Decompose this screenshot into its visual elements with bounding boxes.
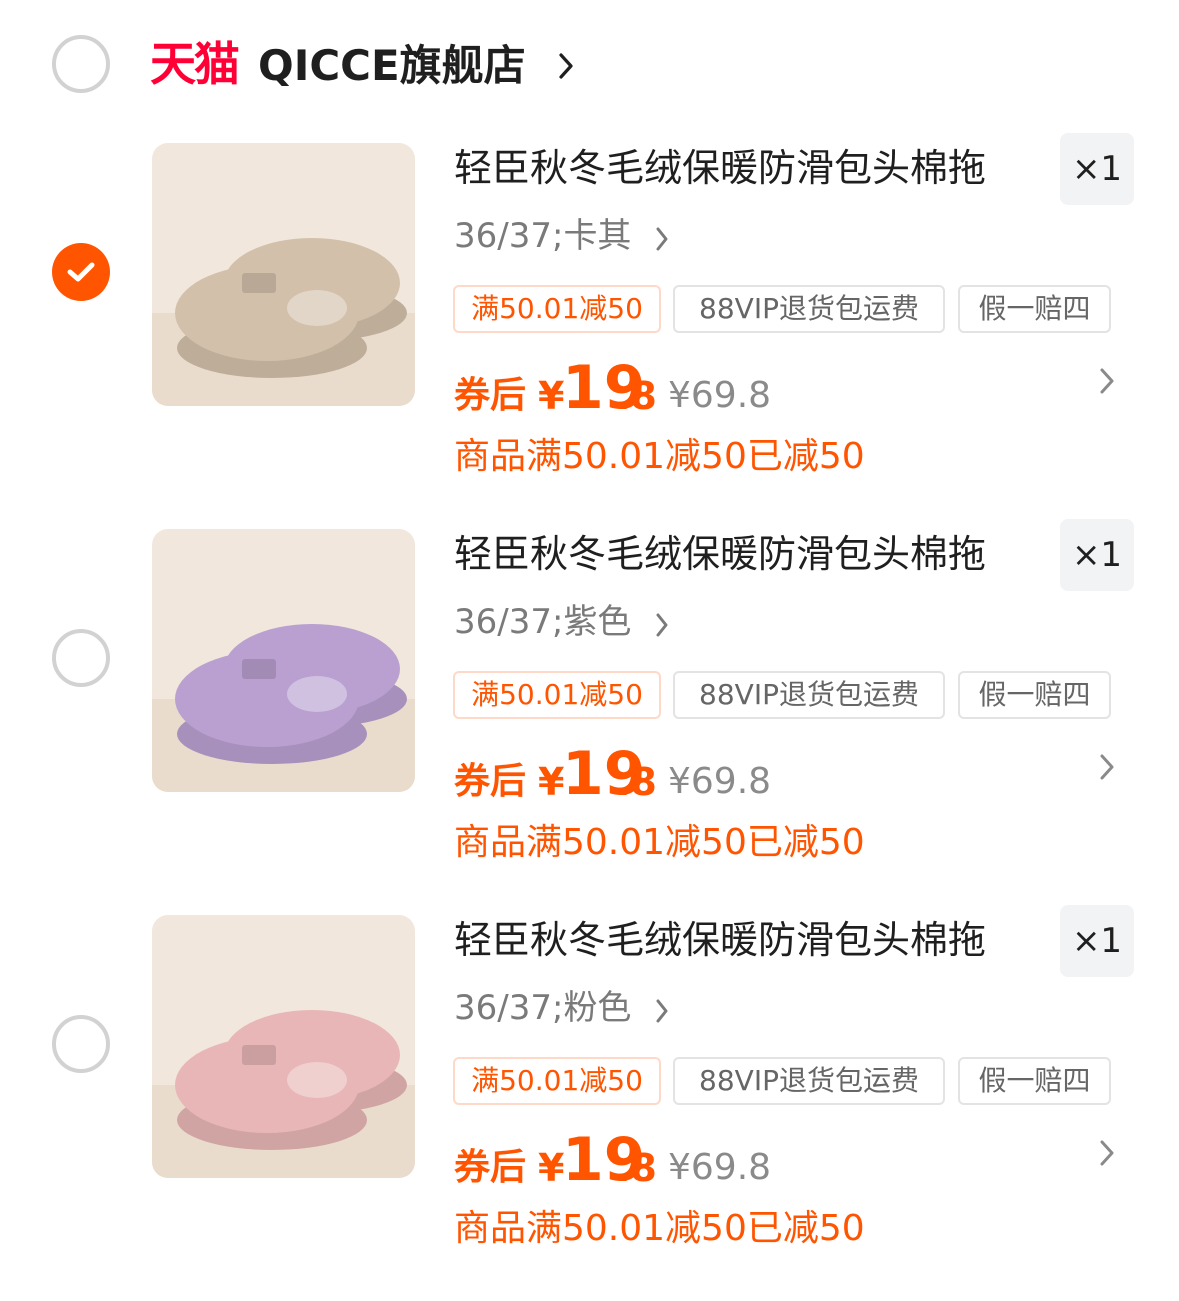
price-decimal: .8 <box>616 760 657 804</box>
product-thumbnail[interactable] <box>152 529 415 792</box>
price-label: 券后 <box>454 761 527 802</box>
quantity-stepper[interactable]: ×1 <box>1060 133 1134 205</box>
vip-return-tag: 88VIP退货包运费 <box>673 285 945 333</box>
chevron-right-icon[interactable] <box>654 611 670 643</box>
original-price: ¥69.8 <box>668 1147 772 1188</box>
discount-note: 商品满50.01减50已减50 <box>454 436 865 477</box>
promo-tag: 满50.01减50 <box>453 1057 661 1105</box>
original-price: ¥69.8 <box>668 761 772 802</box>
quantity-stepper[interactable]: ×1 <box>1060 519 1134 591</box>
item-select-radio-checked[interactable] <box>52 243 110 301</box>
chevron-right-icon[interactable] <box>1098 752 1116 786</box>
promo-tag: 满50.01减50 <box>453 285 661 333</box>
guarantee-tag: 假一赔四 <box>958 1057 1111 1105</box>
promo-tag: 满50.01减50 <box>453 671 661 719</box>
product-thumbnail[interactable] <box>152 143 415 406</box>
item-select-radio[interactable] <box>52 629 110 687</box>
chevron-right-icon[interactable] <box>1098 1138 1116 1172</box>
sku-selector[interactable]: 36/37;紫色 <box>454 599 631 645</box>
guarantee-tag: 假一赔四 <box>958 285 1111 333</box>
shop-name-link[interactable]: QICCE旗舰店 <box>258 38 526 94</box>
tmall-logo: 天猫 <box>150 37 240 91</box>
sku-selector[interactable]: 36/37;粉色 <box>454 985 631 1031</box>
sku-selector[interactable]: 36/37;卡其 <box>454 213 631 259</box>
price-row: 券后 ¥ 19 .8 ¥69.8 <box>454 353 1154 423</box>
price-currency: ¥ <box>538 374 565 418</box>
product-title[interactable]: 轻臣秋冬毛绒保暖防滑包头棉拖 <box>454 915 986 965</box>
price-row: 券后 ¥ 19 .8 ¥69.8 <box>454 739 1154 809</box>
price-currency: ¥ <box>538 760 565 804</box>
cart-item: 轻臣秋冬毛绒保暖防滑包头棉拖 ×1 36/37;卡其 满50.01减50 88V… <box>0 133 1179 529</box>
original-price: ¥69.8 <box>668 375 772 416</box>
chevron-right-icon[interactable] <box>556 50 576 86</box>
discount-note: 商品满50.01减50已减50 <box>454 822 865 863</box>
chevron-right-icon[interactable] <box>1098 366 1116 400</box>
shop-header: 天猫 QICCE旗舰店 <box>0 0 1179 130</box>
product-thumbnail[interactable] <box>152 915 415 1178</box>
price-decimal: .8 <box>616 1146 657 1190</box>
cart-item: 轻臣秋冬毛绒保暖防滑包头棉拖 ×1 36/37;紫色 满50.01减50 88V… <box>0 519 1179 915</box>
product-title[interactable]: 轻臣秋冬毛绒保暖防滑包头棉拖 <box>454 529 986 579</box>
discount-note: 商品满50.01减50已减50 <box>454 1208 865 1249</box>
product-title[interactable]: 轻臣秋冬毛绒保暖防滑包头棉拖 <box>454 143 986 193</box>
item-select-radio[interactable] <box>52 1015 110 1073</box>
price-label: 券后 <box>454 1147 527 1188</box>
cart-item: 轻臣秋冬毛绒保暖防滑包头棉拖 ×1 36/37;粉色 满50.01减50 88V… <box>0 905 1179 1301</box>
vip-return-tag: 88VIP退货包运费 <box>673 1057 945 1105</box>
shop-select-radio[interactable] <box>52 35 110 93</box>
guarantee-tag: 假一赔四 <box>958 671 1111 719</box>
price-label: 券后 <box>454 375 527 416</box>
quantity-stepper[interactable]: ×1 <box>1060 905 1134 977</box>
vip-return-tag: 88VIP退货包运费 <box>673 671 945 719</box>
chevron-right-icon[interactable] <box>654 225 670 257</box>
price-currency: ¥ <box>538 1146 565 1190</box>
price-decimal: .8 <box>616 374 657 418</box>
checkmark-icon <box>67 262 95 282</box>
price-row: 券后 ¥ 19 .8 ¥69.8 <box>454 1125 1154 1195</box>
chevron-right-icon[interactable] <box>654 997 670 1029</box>
